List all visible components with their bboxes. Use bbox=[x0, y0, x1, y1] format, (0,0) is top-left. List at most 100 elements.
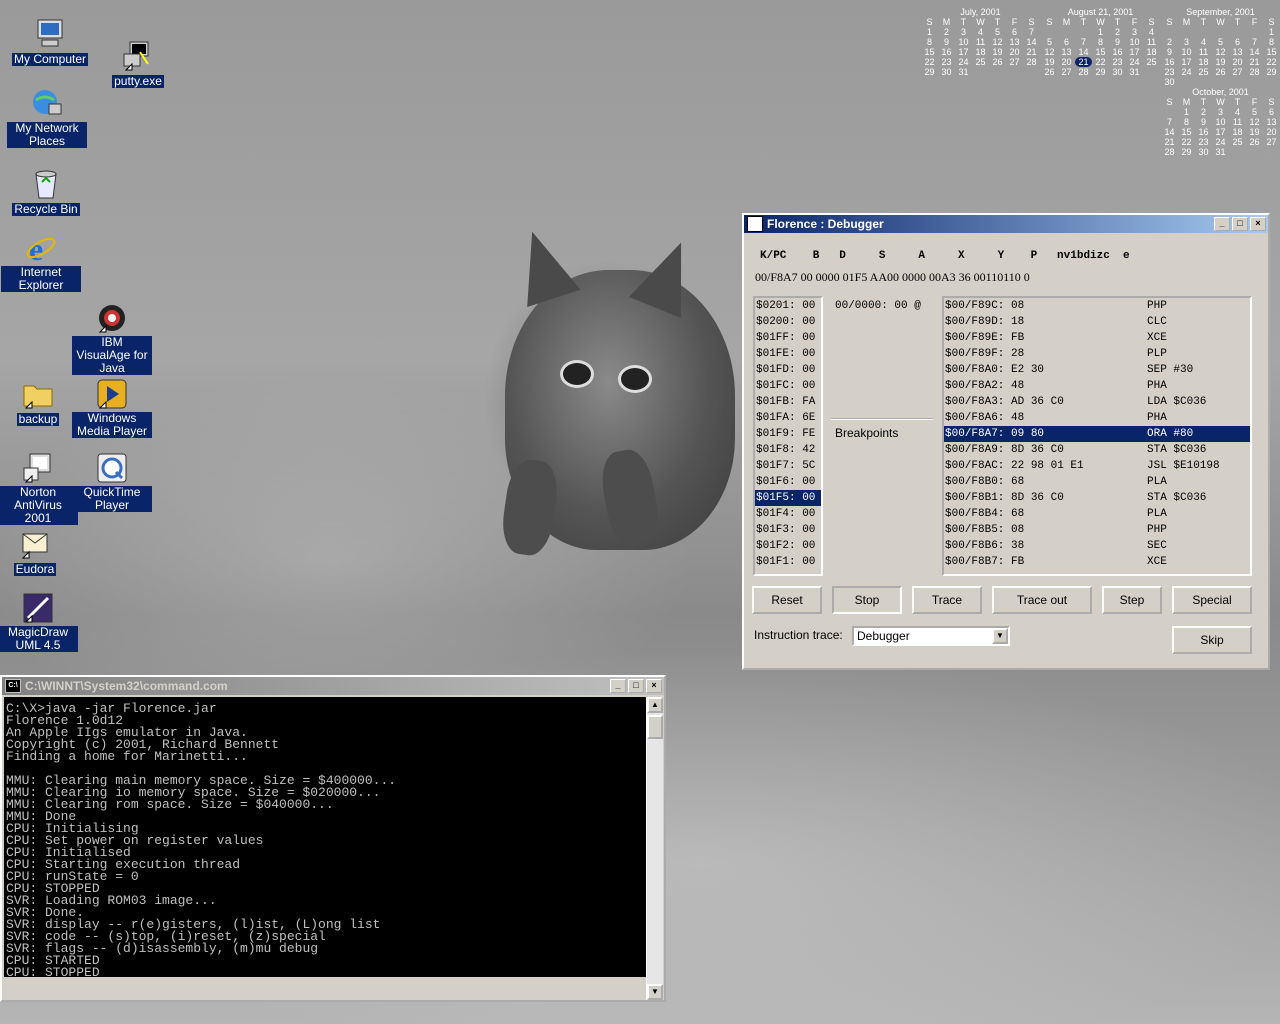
desktop-icon-recycle-bin[interactable]: Recycle Bin bbox=[6, 168, 86, 216]
stack-row[interactable]: $01F8: 42 bbox=[755, 442, 821, 458]
console-output[interactable]: C:\X>java -jar Florence.jar Florence 1.0d… bbox=[4, 697, 646, 977]
calendar-day: 2 bbox=[1114, 27, 1120, 37]
stack-row[interactable]: $01FA: 6E bbox=[755, 410, 821, 426]
disassembly-row[interactable]: $00/F8B6: 38 SEC bbox=[944, 538, 1250, 554]
desktop-icon-my-network-places[interactable]: My Network Places bbox=[7, 88, 87, 148]
disassembly-row[interactable]: $00/F8A0: E2 30 SEP #30 bbox=[944, 362, 1250, 378]
special-button[interactable]: Special bbox=[1172, 586, 1252, 614]
stack-row[interactable]: $01FE: 00 bbox=[755, 346, 821, 362]
disassembly-row[interactable]: $00/F8B4: 68 PLA bbox=[944, 506, 1250, 522]
stack-row[interactable]: $0200: 00 bbox=[755, 314, 821, 330]
stack-row[interactable]: $01FD: 00 bbox=[755, 362, 821, 378]
minimize-icon[interactable]: _ bbox=[610, 679, 626, 693]
disassembly-row[interactable]: $00/F89C: 08 PHP bbox=[944, 298, 1250, 314]
calendar-day-header: M bbox=[1182, 17, 1191, 27]
desktop-icon-windows-media-player[interactable]: Windows Media Player bbox=[72, 378, 152, 438]
chevron-down-icon[interactable]: ▼ bbox=[992, 628, 1008, 644]
calendar-day: 13 bbox=[1009, 37, 1020, 47]
disassembly-address: $00/F89F: 28 bbox=[945, 348, 1025, 360]
disassembly-row[interactable]: $00/F8A9: 8D 36 C0 STA $C036 bbox=[944, 442, 1250, 458]
stack-row[interactable]: $01FC: 00 bbox=[755, 378, 821, 394]
close-icon[interactable]: × bbox=[646, 679, 662, 693]
desktop-icon-eudora[interactable]: Eudora bbox=[0, 528, 75, 576]
disassembly-row[interactable]: $00/F8B7: FB XCE bbox=[944, 554, 1250, 570]
trace-out-button[interactable]: Trace out bbox=[992, 586, 1092, 614]
disassembly-list[interactable]: $00/F89C: 08 PHP $00/F89D: 18 CLC $00/F89E: … bbox=[942, 296, 1252, 576]
skip-button[interactable]: Skip bbox=[1172, 626, 1252, 654]
disassembly-row[interactable]: $00/F8AC: 22 98 01 E1 JSL $E10198 bbox=[944, 458, 1250, 474]
calendar-day: 5 bbox=[1251, 107, 1257, 117]
calendar-day: 28 bbox=[1249, 67, 1260, 77]
stack-list[interactable]: $0201: 00 $0200: 00 $01FF: 00 $01FE: 00 $01F… bbox=[753, 296, 823, 576]
maximize-icon[interactable]: □ bbox=[1232, 217, 1248, 231]
desktop-icon-my-computer[interactable]: My Computer bbox=[10, 18, 90, 66]
folder-icon bbox=[22, 378, 54, 410]
minimize-icon[interactable]: _ bbox=[1214, 217, 1230, 231]
trace-button[interactable]: Trace bbox=[912, 586, 982, 614]
stack-row[interactable]: $01FB: FA bbox=[755, 394, 821, 410]
calendar-day-header: T bbox=[1234, 97, 1241, 107]
calendar-day: 21 bbox=[1249, 57, 1260, 67]
close-icon[interactable]: × bbox=[1250, 217, 1266, 231]
calendar-day-header: S bbox=[1046, 17, 1053, 27]
stack-row[interactable]: $01FF: 00 bbox=[755, 330, 821, 346]
disassembly-row[interactable]: $00/F8A7: 09 80 ORA #80 bbox=[944, 426, 1250, 442]
stack-row[interactable]: $01F5: 00 bbox=[755, 490, 821, 506]
stack-row[interactable]: $01F2: 00 bbox=[755, 538, 821, 554]
magicdraw-icon bbox=[22, 592, 54, 624]
desktop-icon-magicdraw[interactable]: MagicDraw UML 4.5 bbox=[0, 592, 78, 652]
calendar-day: 3 bbox=[960, 27, 966, 37]
stack-row[interactable]: $01F4: 00 bbox=[755, 506, 821, 522]
calendar-day: 27 bbox=[1061, 67, 1072, 77]
calendar-day: 5 bbox=[1046, 37, 1052, 47]
calendar-day: 10 bbox=[1215, 117, 1226, 127]
calendar-day-header: T bbox=[994, 17, 1001, 27]
disassembly-row[interactable]: $00/F8A2: 48 PHA bbox=[944, 378, 1250, 394]
calendar-day: 22 bbox=[1181, 137, 1192, 147]
desktop-icon-norton-antivirus[interactable]: Norton AntiVirus 2001 bbox=[0, 452, 78, 525]
calendar-day: 22 bbox=[1095, 57, 1106, 67]
calendar-day-header: S bbox=[926, 17, 933, 27]
desktop-icon-putty[interactable]: putty.exe bbox=[98, 40, 178, 88]
disassembly-row[interactable]: $00/F8B0: 68 PLA bbox=[944, 474, 1250, 490]
desktop-icon-backup[interactable]: backup bbox=[0, 378, 78, 426]
disassembly-opcode: XCE bbox=[1147, 556, 1167, 568]
disassembly-row[interactable]: $00/F8B5: 08 PHP bbox=[944, 522, 1250, 538]
calendar-day: 2 bbox=[943, 27, 949, 37]
calendar-day: 28 bbox=[1078, 67, 1089, 77]
disassembly-row[interactable]: $00/F8B1: 8D 36 C0 STA $C036 bbox=[944, 490, 1250, 506]
disassembly-row[interactable]: $00/F89F: 28 PLP bbox=[944, 346, 1250, 362]
desktop-icon-internet-explorer[interactable]: e Internet Explorer bbox=[1, 231, 81, 292]
reset-button[interactable]: Reset bbox=[752, 586, 822, 614]
disassembly-row[interactable]: $00/F89E: FB XCE bbox=[944, 330, 1250, 346]
debugger-titlebar[interactable]: Florence : Debugger _ □ × bbox=[744, 215, 1268, 233]
desktop-icon-label: IBM VisualAge for Java bbox=[72, 336, 152, 375]
scroll-down-icon[interactable]: ▼ bbox=[647, 984, 663, 1000]
disassembly-row[interactable]: $00/F8A3: AD 36 C0 LDA $C036 bbox=[944, 394, 1250, 410]
console-titlebar[interactable]: C:\ C:\WINNT\System32\command.com _ □ × bbox=[2, 677, 664, 695]
stack-row[interactable]: $01F7: 5C bbox=[755, 458, 821, 474]
breakpoints-panel[interactable]: Breakpoints bbox=[831, 418, 933, 578]
step-button[interactable]: Step bbox=[1102, 586, 1162, 614]
stack-row[interactable]: $01F1: 00 bbox=[755, 554, 821, 570]
calendar-blank bbox=[1161, 27, 1178, 37]
stop-button[interactable]: Stop bbox=[832, 586, 902, 614]
calendar-day-header: S bbox=[1166, 17, 1173, 27]
stack-row[interactable]: $01F9: FE bbox=[755, 426, 821, 442]
scroll-up-icon[interactable]: ▲ bbox=[647, 697, 663, 713]
stack-row[interactable]: $01F3: 00 bbox=[755, 522, 821, 538]
console-line: CPU: STOPPED bbox=[6, 965, 100, 977]
disassembly-row[interactable]: $00/F8A6: 48 PHA bbox=[944, 410, 1250, 426]
instruction-trace-select[interactable]: Debugger ▼ bbox=[852, 626, 1010, 646]
console-scrollbar[interactable]: ▲ ▼ bbox=[646, 697, 663, 1000]
maximize-icon[interactable]: □ bbox=[628, 679, 644, 693]
calendar-day: 14 bbox=[1026, 37, 1037, 47]
stack-row[interactable]: $01F6: 00 bbox=[755, 474, 821, 490]
calendar-grid: S M T W T F S 1 2 3 4 5 6 7 8 9 10 11 12 13 14 15 16 17 18 19 20 21… bbox=[921, 17, 1040, 77]
scroll-thumb[interactable] bbox=[647, 715, 663, 739]
desktop-icon-quicktime-player[interactable]: QuickTime Player bbox=[72, 452, 152, 512]
disassembly-row[interactable]: $00/F89D: 18 CLC bbox=[944, 314, 1250, 330]
stack-row[interactable]: $0201: 00 bbox=[755, 298, 821, 314]
calendar-day: 8 bbox=[1268, 37, 1274, 47]
desktop-icon-ibm-visualage[interactable]: IBM VisualAge for Java bbox=[72, 302, 152, 375]
